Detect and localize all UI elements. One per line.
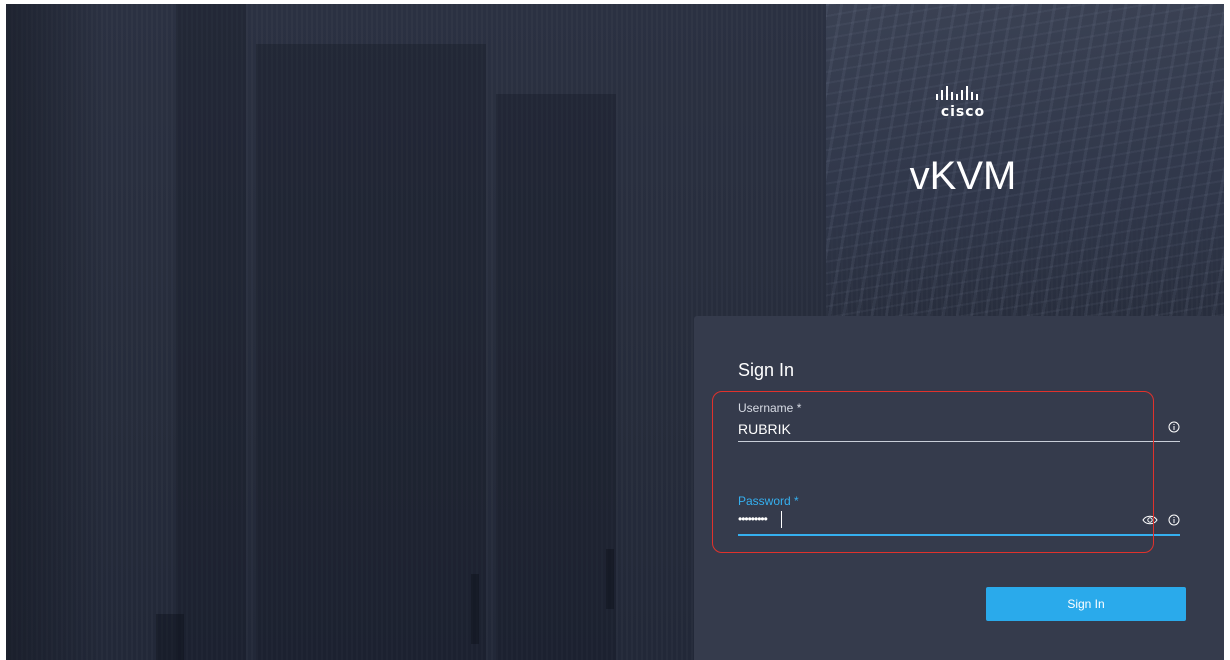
- background-rack-detail: [471, 574, 479, 644]
- background-rack: [496, 94, 616, 660]
- sign-in-heading: Sign In: [738, 360, 795, 380]
- background-rack-detail: [606, 549, 614, 609]
- cisco-logo-icon: cisco: [928, 86, 998, 126]
- password-label: Password *: [738, 494, 799, 508]
- info-icon[interactable]: [1168, 514, 1180, 526]
- product-title: vKVM: [909, 154, 1017, 198]
- username-value: RUBRIK: [738, 421, 791, 437]
- username-label: Username *: [738, 401, 802, 415]
- background-rack-detail: [156, 614, 184, 660]
- username-field: Username * RUBRIK: [738, 401, 1180, 442]
- cisco-bars-icon: [936, 86, 978, 100]
- password-input[interactable]: •••••••••: [738, 508, 1180, 536]
- login-card: Sign In Username * RUBRIK Password * •••…: [694, 316, 1224, 660]
- sign-in-button[interactable]: Sign In: [986, 587, 1186, 621]
- info-icon[interactable]: [1168, 421, 1180, 433]
- eye-icon[interactable]: [1142, 514, 1158, 526]
- background-rack: [256, 44, 486, 660]
- login-screen: cisco vKVM Sign In Username * RUBRIK Pas…: [6, 4, 1224, 660]
- text-caret: [781, 511, 782, 528]
- password-value: •••••••••: [738, 512, 768, 526]
- cisco-wordmark: cisco: [940, 104, 986, 120]
- password-field: Password * •••••••••: [738, 494, 1180, 536]
- username-input[interactable]: RUBRIK: [738, 415, 1180, 442]
- background-rack: [176, 4, 246, 660]
